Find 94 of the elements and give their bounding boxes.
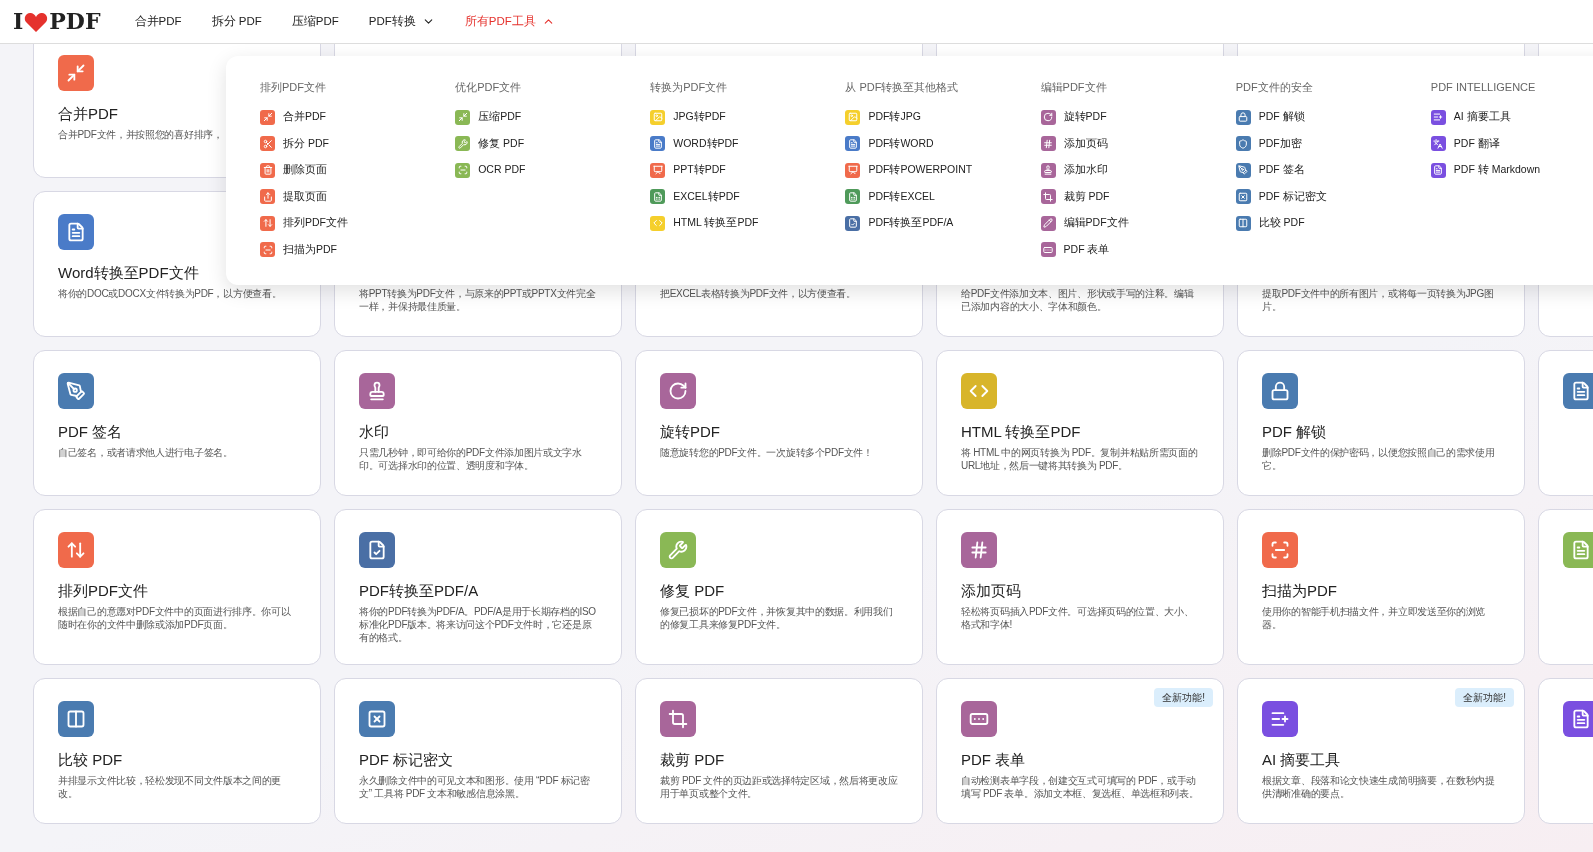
menu-item[interactable]: 添加水印 bbox=[1040, 157, 1236, 184]
tool-title: PDF转换至PDF/A bbox=[359, 581, 479, 601]
menu-item[interactable]: PDF转换至PDF/A bbox=[845, 210, 1041, 237]
tool-title: 水印 bbox=[359, 422, 389, 442]
menu-item[interactable]: PDF转JPG bbox=[845, 104, 1041, 131]
tool-title: 裁剪 PDF bbox=[660, 750, 725, 770]
menu-item[interactable]: PDF 标记密文 bbox=[1235, 183, 1431, 210]
menu-item[interactable]: 添加页码 bbox=[1040, 130, 1236, 157]
menu-item[interactable]: PDF转POWERPOINT bbox=[845, 157, 1041, 184]
tool-title: 添加页码 bbox=[961, 581, 1021, 601]
menu-item[interactable]: JPG转PDF bbox=[650, 104, 846, 131]
tool-description: 合并PDF文件，并按照您的喜好排序， bbox=[58, 128, 224, 141]
menu-item[interactable]: 编辑PDF文件 bbox=[1040, 210, 1236, 237]
menu-item[interactable]: HTML 转换至PDF bbox=[650, 210, 846, 237]
new-feature-badge: 全新功能! bbox=[1154, 688, 1213, 707]
menu-item[interactable]: 旋转PDF bbox=[1040, 104, 1236, 131]
tool-title: PDF 标记密文 bbox=[359, 750, 454, 770]
menu-item[interactable]: PDF加密 bbox=[1235, 130, 1431, 157]
menu-item[interactable]: AI 摘要工具 bbox=[1430, 104, 1593, 131]
tool-title: PDF 解锁 bbox=[1262, 422, 1327, 442]
tool-description: 只需几秒钟，即可给你的PDF文件添加图片或文字水印。可选择水印的位置、透明度和字体。 bbox=[359, 446, 583, 472]
menu-item[interactable]: OCR PDF bbox=[455, 157, 651, 184]
tool-title: Word转换至PDF文件 bbox=[58, 263, 199, 283]
nav-link[interactable]: 拆分 PDF bbox=[211, 12, 262, 31]
tool-description: 并排显示文件比较，轻松发现不同文件版本之间的更改。 bbox=[58, 774, 283, 800]
tool-card[interactable]: 全新功能! PDF 表单 自动检测表单字段，创建交互式可填写的 PDF，或手动填写 PDF 表单。添加文本框、复选框、单选框和列表。 bbox=[936, 678, 1224, 824]
tool-title: PDF 签名 bbox=[58, 422, 123, 442]
menu-item[interactable]: PDF 解锁 bbox=[1235, 104, 1431, 131]
tool-description: 裁剪 PDF 文件的页边距或选择特定区域，然后将更改应用于单页或整个文件。 bbox=[660, 774, 898, 800]
menu-item[interactable]: 裁剪 PDF bbox=[1040, 183, 1236, 210]
tool-title: HTML 转换至PDF bbox=[961, 422, 1081, 442]
tool-card[interactable]: 裁剪 PDF 裁剪 PDF 文件的页边距或选择特定区域，然后将更改应用于单页或整个文件。 bbox=[635, 678, 923, 824]
menu-heading: PDF INTELLIGENCE bbox=[1430, 80, 1537, 94]
tool-description: 将 HTML 中的网页转换为 PDF。复制并粘贴所需页面的URL地址，然后一键将其转换为 PDF。 bbox=[961, 446, 1199, 472]
tool-description: 提取PDF文件中的所有图片，或将每一页转换为JPG图片。 bbox=[1262, 287, 1495, 313]
menu-item[interactable]: 压缩PDF bbox=[455, 104, 651, 131]
tool-card[interactable]: 扫描为PDF 使用你的智能手机扫描文件，并立即发送至你的浏览器。 bbox=[1237, 509, 1525, 665]
menu-item[interactable]: PDF转WORD bbox=[845, 130, 1041, 157]
menu-item[interactable]: PDF 转 Markdown bbox=[1430, 157, 1593, 184]
tool-title: 排列PDF文件 bbox=[58, 581, 148, 601]
menu-item[interactable]: WORD转PDF bbox=[650, 130, 846, 157]
tool-title: 比较 PDF bbox=[58, 750, 123, 770]
heart-icon bbox=[23, 10, 50, 33]
tool-description: 轻松将页码插入PDF文件。可选择页码的位置、大小、格式和字体! bbox=[961, 605, 1195, 631]
menu-heading: 转换为PDF文件 bbox=[650, 80, 729, 94]
tool-card[interactable]: PDF 标记密文 永久删除文件中的可见文本和图形。使用 “PDF 标记密文” 工具将 PDF 文本和敏感信息涂黑。 bbox=[334, 678, 622, 824]
tool-card[interactable]: HTML 转换至PDF 将 HTML 中的网页转换为 PDF。复制并粘贴所需页面的URL地址，然后一键将其转换为 PDF。 bbox=[936, 350, 1224, 496]
menu-item[interactable]: 比较 PDF bbox=[1235, 210, 1431, 237]
menu-item[interactable]: PDF转EXCEL bbox=[845, 183, 1041, 210]
tool-description: 给PDF文件添加文本、图片、形状或手写的注释。编辑已添加内容的大小、字体和颜色。 bbox=[961, 287, 1195, 313]
tool-title: PDF 表单 bbox=[961, 750, 1026, 770]
menu-item[interactable]: 修复 PDF bbox=[455, 130, 651, 157]
tool-title: 扫描为PDF bbox=[1262, 581, 1337, 601]
new-feature-badge: 全新功能! bbox=[1455, 688, 1514, 707]
tool-card[interactable]: PDF转换至PDF/A 将你的PDF转换为PDF/A。PDF/A是用于长期存档的ISO标准化PDF版本。将来访问这个PDF文件时，它还是原有的格式。 bbox=[334, 509, 622, 665]
menu-heading: 优化PDF文件 bbox=[455, 80, 523, 94]
nav-link[interactable]: 合并PDF bbox=[134, 12, 182, 31]
tool-card[interactable]: 比较 PDF 并排显示文件比较，轻松发现不同文件版本之间的更改。 bbox=[33, 678, 321, 824]
nav-link[interactable]: PDF转换 bbox=[368, 12, 435, 31]
tool-description: 将PPT转换为PDF文件，与原来的PPT或PPTX文件完全一样，并保持最佳质量。 bbox=[359, 287, 597, 313]
menu-item[interactable]: PDF 表单 bbox=[1040, 236, 1236, 263]
nav-link[interactable]: 所有PDF工具 bbox=[464, 12, 555, 31]
tool-description: 自己签名，或者请求他人进行电子签名。 bbox=[58, 446, 234, 459]
tool-card[interactable]: 全新功能! AI 摘要工具 根据文章、段落和论文快速生成简明摘要，在数秒内提供清晰准确的要点。 bbox=[1237, 678, 1525, 824]
tool-description: 随意旋转您的PDF文件。一次旋转多个PDF文件！ bbox=[660, 446, 874, 459]
tool-description: 根据文章、段落和论文快速生成简明摘要，在数秒内提供清晰准确的要点。 bbox=[1262, 774, 1496, 800]
menu-heading: 从 PDF转换至其他格式 bbox=[845, 80, 960, 94]
tool-card[interactable]: 修复 PDF 修复已损坏的PDF文件，并恢复其中的数据。利用我们的修复工具来修复PDF文件。 bbox=[635, 509, 923, 665]
menu-item[interactable]: PPT转PDF bbox=[650, 157, 846, 184]
tool-title: AI 摘要工具 bbox=[1262, 750, 1341, 770]
tool-description: 自动检测表单字段，创建交互式可填写的 PDF，或手动填写 PDF 表单。添加文本框、复选框、单选框和列表。 bbox=[961, 774, 1199, 800]
tool-card[interactable]: PDF 签名 自己签名，或者请求他人进行电子签名。 bbox=[33, 350, 321, 496]
tool-card[interactable]: 水印 只需几秒钟，即可给你的PDF文件添加图片或文字水印。可选择水印的位置、透明度和字体。 bbox=[334, 350, 622, 496]
tool-card[interactable]: 旋转PDF 随意旋转您的PDF文件。一次旋转多个PDF文件！ bbox=[635, 350, 923, 496]
tool-card[interactable]: 排列PDF文件 根据自己的意愿对PDF文件中的页面进行排序。你可以随时在你的文件中删除或添加PDF页面。 bbox=[33, 509, 321, 665]
tool-description: 将你的DOC或DOCX文件转换为PDF，以方便查看。 bbox=[58, 287, 283, 300]
tool-card[interactable]: 添加页码 轻松将页码插入PDF文件。可选择页码的位置、大小、格式和字体! bbox=[936, 509, 1224, 665]
menu-heading: PDF文件的安全 bbox=[1235, 80, 1314, 94]
tool-description: 把EXCEL表格转换为PDF文件，以方便查看。 bbox=[660, 287, 857, 300]
menu-heading: 编辑PDF文件 bbox=[1040, 80, 1108, 94]
tool-description: 使用你的智能手机扫描文件，并立即发送至你的浏览器。 bbox=[1262, 605, 1487, 631]
tool-description: 根据自己的意愿对PDF文件中的页面进行排序。你可以随时在你的文件中删除或添加PDF页面。 bbox=[58, 605, 292, 631]
tool-description: 删除PDF文件的保护密码，以便您按照自己的需求使用它。 bbox=[1262, 446, 1496, 472]
menu-item[interactable]: PDF 签名 bbox=[1235, 157, 1431, 184]
tool-description: 将你的PDF转换为PDF/A。PDF/A是用于长期存档的ISO标准化PDF版本。将来访问这个PDF文件时，它还是原有的格式。 bbox=[359, 605, 597, 644]
tool-card[interactable]: PDF 解锁 删除PDF文件的保护密码，以便您按照自己的需求使用它。 bbox=[1237, 350, 1525, 496]
menu-item[interactable]: PDF 翻译 bbox=[1430, 130, 1593, 157]
nav-link[interactable]: 压缩PDF bbox=[291, 12, 339, 31]
tool-description: 修复已损坏的PDF文件，并恢复其中的数据。利用我们的修复工具来修复PDF文件。 bbox=[660, 605, 894, 631]
tool-title: 修复 PDF bbox=[660, 581, 725, 601]
tool-description: 永久删除文件中的可见文本和图形。使用 “PDF 标记密文” 工具将 PDF 文本和敏感信息涂黑。 bbox=[359, 774, 591, 800]
menu-item[interactable]: EXCEL转PDF bbox=[650, 183, 846, 210]
tool-title: 合并PDF bbox=[58, 104, 118, 124]
tool-title: 旋转PDF bbox=[660, 422, 720, 442]
